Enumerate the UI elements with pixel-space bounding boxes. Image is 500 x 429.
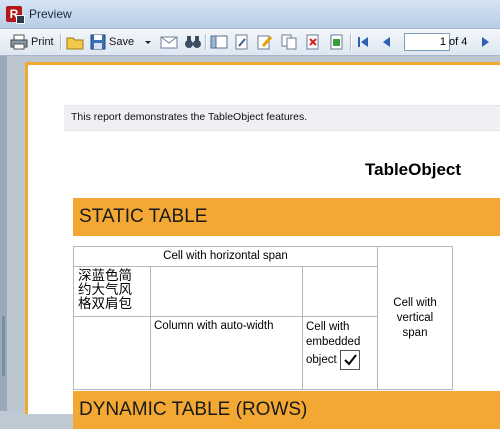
pencil-icon: [257, 35, 273, 50]
section-label: DYNAMIC TABLE (ROWS): [79, 399, 308, 420]
table-cell-embedded-object: Cell with embedded object: [302, 316, 378, 390]
save-dropdown-button[interactable]: [144, 32, 152, 52]
watermark-icon: [330, 34, 343, 50]
page-setup-button[interactable]: [233, 32, 251, 52]
open-button[interactable]: [66, 32, 84, 52]
first-page-icon: [358, 37, 368, 47]
toolbar: Print Save 1 of 4: [0, 29, 500, 56]
checkmark-icon: [344, 354, 357, 366]
delete-page-icon: [306, 34, 319, 50]
first-page-button[interactable]: [356, 32, 370, 52]
previous-page-button[interactable]: [380, 32, 392, 52]
cell-text: 深蓝色简约大气风格双肩包: [78, 268, 132, 312]
embedded-checkbox: [339, 350, 360, 370]
delete-page-button[interactable]: [304, 32, 322, 52]
section-label: STATIC TABLE: [79, 206, 208, 227]
table-cell-empty: [150, 266, 303, 317]
next-page-button[interactable]: [480, 32, 492, 52]
watermark-button[interactable]: [328, 32, 346, 52]
separator: [205, 34, 207, 50]
cell-text: Cell with vertical span: [393, 296, 437, 339]
window-title: Preview: [29, 7, 72, 21]
report-page: This report demonstrates the TableObject…: [25, 62, 500, 429]
copy-pages-icon: [281, 34, 297, 50]
save-button[interactable]: Save: [90, 32, 134, 52]
envelope-icon: [160, 36, 178, 49]
window-title-bar[interactable]: R Preview: [0, 0, 500, 29]
outline-button[interactable]: [210, 32, 228, 52]
app-icon: R: [6, 6, 25, 24]
table-cell-auto-width: Column with auto-width: [150, 316, 303, 390]
section-dynamic-table: DYNAMIC TABLE (ROWS): [73, 391, 500, 429]
print-button[interactable]: Print: [10, 32, 54, 52]
table-cell-vertical-span: Cell with vertical span: [377, 246, 453, 390]
outline-panel-icon: [210, 35, 228, 49]
print-label: Print: [31, 36, 54, 48]
save-label: Save: [109, 36, 135, 48]
binoculars-icon: [185, 36, 201, 48]
separator: [60, 34, 62, 50]
next-page-icon: [482, 37, 489, 47]
separator: [350, 34, 352, 50]
find-button[interactable]: [184, 32, 202, 52]
wrench-icon: [235, 34, 248, 50]
floppy-disk-icon: [90, 34, 106, 50]
edit-button[interactable]: [256, 32, 274, 52]
page-number-input[interactable]: 1: [404, 33, 450, 51]
static-table: Cell with horizontal span Cell with vert…: [73, 246, 453, 390]
left-scrollbar[interactable]: [0, 56, 7, 411]
email-button[interactable]: [160, 32, 178, 52]
report-header-text: This report demonstrates the TableObject…: [71, 111, 308, 123]
table-cell-empty: [73, 316, 151, 390]
cell-text: Column with auto-width: [154, 320, 274, 332]
open-folder-icon: [66, 37, 84, 50]
copy-page-button[interactable]: [280, 32, 298, 52]
chevron-down-icon: [145, 41, 151, 44]
section-static-table: STATIC TABLE: [73, 198, 500, 236]
table-cell-empty: [302, 266, 378, 317]
page-count-label: of 4: [449, 36, 468, 48]
previous-page-icon: [383, 37, 390, 47]
table-cell-horizontal-span: Cell with horizontal span: [73, 246, 378, 267]
printer-icon: [10, 34, 28, 50]
table-cell-cjk: 深蓝色简约大气风格双肩包: [73, 266, 151, 317]
report-header-band: This report demonstrates the TableObject…: [64, 105, 500, 131]
report-title: TableObject: [365, 160, 462, 179]
cell-text: Cell with horizontal span: [163, 250, 288, 262]
